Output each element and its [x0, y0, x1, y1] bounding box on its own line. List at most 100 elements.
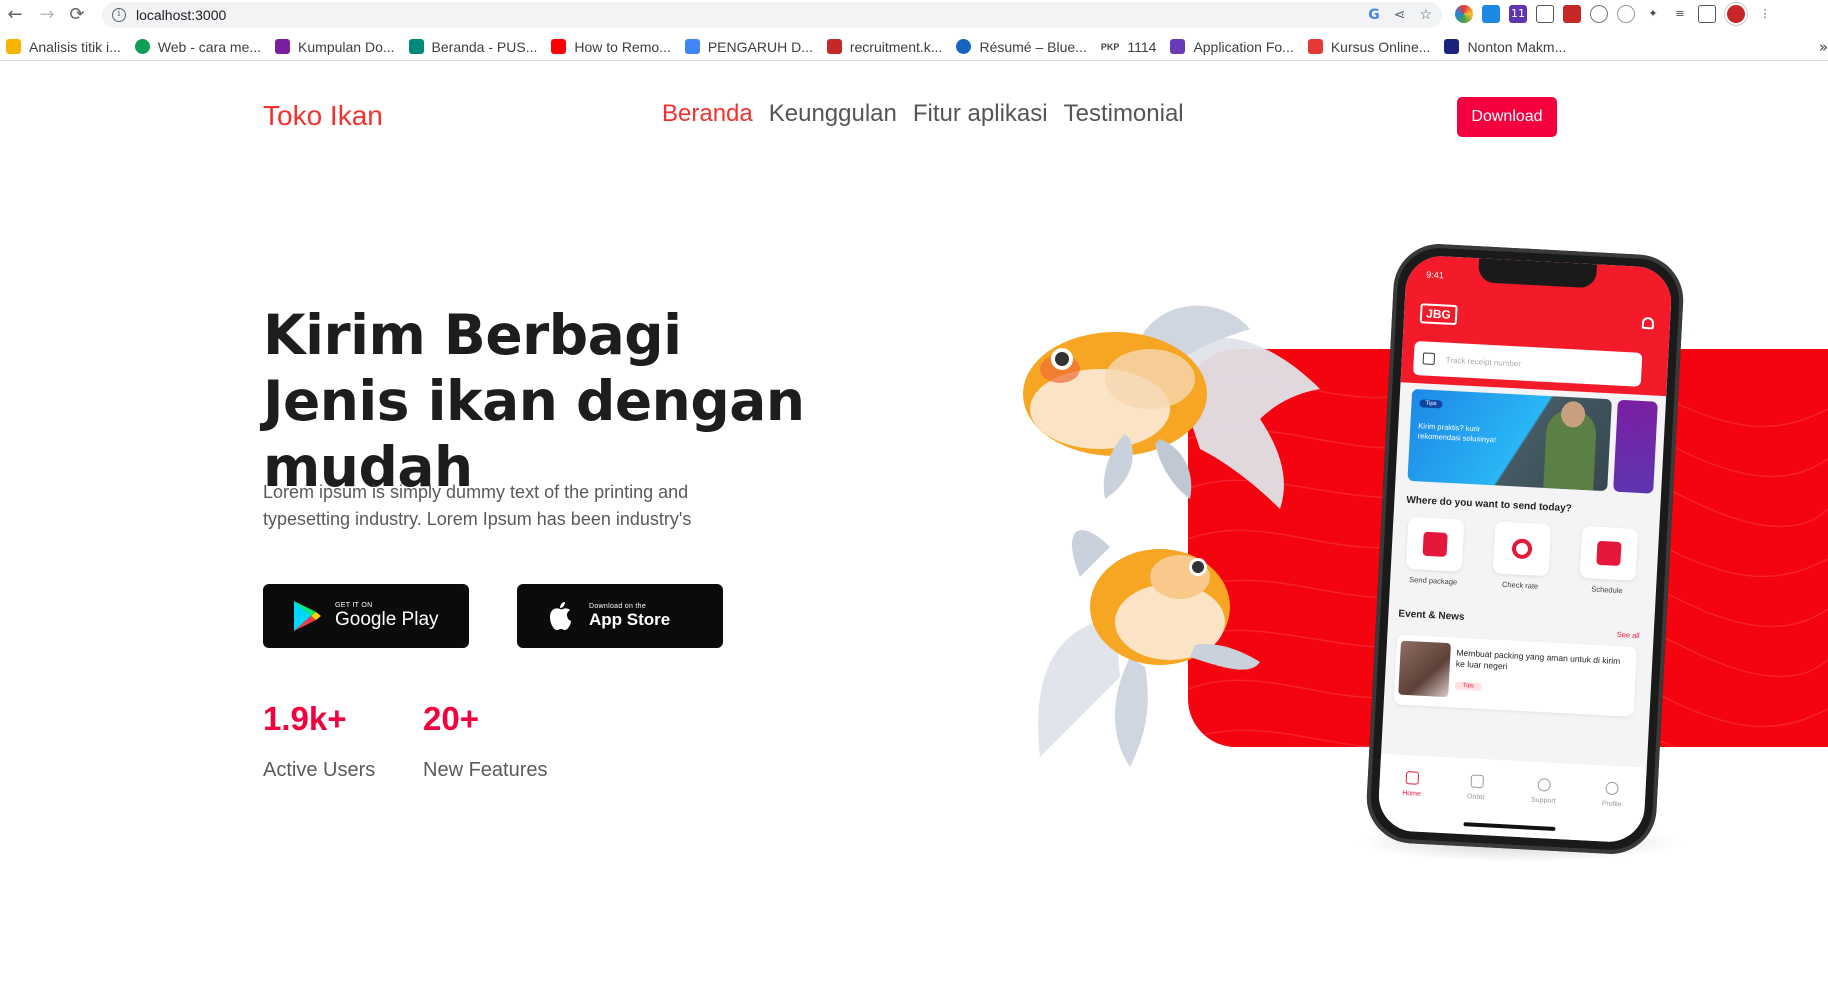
hero-title: Kirim Berbagi Jenis ikan dengan mudah: [263, 303, 805, 499]
calendar-extension-icon[interactable]: [1563, 5, 1581, 23]
bookmark-item[interactable]: Beranda - PUS...: [408, 39, 537, 55]
bookmark-item[interactable]: Kursus Online...: [1307, 38, 1431, 55]
bookmark-item[interactable]: Résumé – Blue...: [956, 38, 1087, 55]
package-icon: [1422, 531, 1448, 557]
stat-new-features-value: 20+: [423, 700, 479, 737]
google-play-small-label: GET IT ON: [335, 601, 373, 609]
app-news-text: Membuat packing yang aman untuk di kirim…: [1455, 647, 1621, 672]
site-info-icon[interactable]: i: [112, 8, 126, 22]
headset-icon: [1537, 777, 1551, 792]
bookmark-item[interactable]: Analisis titik i...: [6, 39, 121, 55]
app-tab-label: Home: [1401, 789, 1422, 798]
docs-extension-icon[interactable]: [1482, 5, 1500, 23]
phone-screen: 9:41 JBG Track receipt number Tips Kirim…: [1377, 254, 1673, 844]
bookmark-favicon-icon: [1444, 39, 1460, 54]
news-thumbnail: [1398, 640, 1451, 698]
nav-link-testimonial[interactable]: Testimonial: [1064, 100, 1184, 128]
bookmark-item[interactable]: Web - cara me...: [134, 39, 261, 55]
app-logo: JBG: [1419, 303, 1458, 326]
bookmark-favicon-icon: [275, 39, 291, 54]
stat-active-users-label: Active Users: [263, 759, 376, 781]
app-store-small-label: Download on the: [589, 602, 647, 610]
share-icon[interactable]: ⋖: [1394, 7, 1406, 23]
app-tab-bar: Home Order Support Profile: [1377, 753, 1647, 844]
bookmark-label: Kumpulan Do...: [298, 38, 395, 55]
bookmark-item[interactable]: PKP 1114: [1101, 39, 1157, 55]
address-bar[interactable]: i localhost:3000 G ⋖ ☆: [102, 2, 1442, 28]
screen-extension-icon[interactable]: [1536, 5, 1554, 23]
forward-arrow-icon[interactable]: →: [36, 4, 58, 26]
side-panel-icon[interactable]: [1698, 5, 1716, 23]
app-store-button[interactable]: Download on the App Store: [517, 584, 723, 648]
app-tab-label: Order: [1466, 793, 1486, 802]
reading-list-icon[interactable]: ≡: [1671, 5, 1689, 23]
goldfish-bottom-image: [1038, 530, 1260, 767]
google-play-icon: [294, 601, 321, 631]
app-action-check-rate: Check rate: [1487, 521, 1556, 591]
app-see-all-link: See all: [1616, 629, 1640, 641]
puzzle-icon[interactable]: ✦: [1644, 5, 1662, 23]
profile-avatar[interactable]: [1725, 3, 1747, 25]
app-action-label: Schedule: [1591, 584, 1623, 596]
hero-description: Lorem ipsum is simply dummy text of the …: [263, 482, 692, 529]
bookmark-label: How to Remo...: [574, 38, 671, 55]
globe-extension-icon[interactable]: [1590, 5, 1608, 23]
app-search-placeholder: Track receipt number: [1445, 355, 1522, 369]
bookmark-star-icon[interactable]: ☆: [1419, 7, 1432, 23]
clock-extension-icon[interactable]: [1617, 5, 1635, 23]
brand-logo[interactable]: Toko Ikan: [263, 100, 383, 132]
download-button[interactable]: Download: [1457, 97, 1557, 137]
bookmark-item[interactable]: How to Remo...: [551, 38, 671, 55]
bookmark-label: PENGARUH D...: [707, 38, 813, 55]
bookmark-item[interactable]: Nonton Makm...: [1444, 39, 1566, 55]
app-action-send-package: Send package: [1400, 516, 1469, 587]
bookmark-item[interactable]: Kumpulan Do...: [275, 39, 395, 55]
app-tab-profile: Profile: [1600, 781, 1623, 842]
bookmark-favicon-icon: [408, 39, 424, 54]
bookmark-favicon-icon: [1307, 39, 1323, 54]
more-menu-icon[interactable]: ⋮: [1756, 5, 1774, 23]
nav-link-beranda[interactable]: Beranda: [662, 100, 753, 128]
apple-icon: [550, 602, 571, 630]
bookmark-label: Application Fo...: [1193, 38, 1294, 55]
scan-icon: [1422, 352, 1436, 366]
nav-link-keunggulan[interactable]: Keunggulan: [769, 100, 897, 128]
bookmark-item[interactable]: recruitment.k...: [826, 38, 943, 55]
app-news-card: Membuat packing yang aman untuk di kirim…: [1393, 634, 1638, 717]
bag-icon: [1469, 774, 1484, 789]
app-tab-label: Support: [1530, 796, 1556, 805]
app-store-label: App Store: [589, 609, 671, 629]
bookmark-label: Résumé – Blue...: [979, 38, 1087, 55]
phone-mockup: 9:41 JBG Track receipt number Tips Kirim…: [1364, 241, 1686, 857]
document-icon: [684, 39, 700, 54]
bookmarks-overflow-icon[interactable]: »: [1819, 38, 1828, 56]
bookmark-favicon-icon: [826, 39, 842, 54]
landing-page: Toko Ikan Beranda Keunggulan Fitur aplik…: [0, 62, 1828, 993]
youtube-icon: [551, 39, 567, 54]
bookmark-item[interactable]: PENGARUH D...: [684, 38, 813, 55]
bookmark-label: Kursus Online...: [1330, 38, 1431, 55]
google-play-button[interactable]: GET IT ON Google Play: [263, 584, 469, 648]
address-url[interactable]: localhost:3000: [136, 7, 226, 23]
back-arrow-icon[interactable]: ←: [4, 4, 26, 26]
bookmark-prefix: PKP: [1100, 41, 1120, 52]
calendar-icon: [1596, 540, 1622, 567]
school-extension-icon[interactable]: 11: [1509, 5, 1527, 23]
google-icon[interactable]: G: [1368, 7, 1380, 23]
stat-new-features-label: New Features: [423, 759, 548, 781]
app-promo-banner-next: [1613, 399, 1658, 494]
notification-bell-icon: [1641, 316, 1655, 330]
bookmark-label: recruitment.k...: [849, 38, 943, 55]
browser-toolbar: ← → ⟳ i localhost:3000 G ⋖ ☆ 11 ✦ ≡ ⋮: [0, 0, 1828, 28]
app-send-question: Where do you want to send today?: [1406, 494, 1573, 515]
bookmark-favicon-icon: [6, 39, 21, 54]
user-icon: [1605, 781, 1620, 796]
color-extension-icon[interactable]: [1455, 5, 1473, 23]
app-action-schedule: Schedule: [1574, 525, 1643, 596]
home-icon: [1405, 771, 1420, 785]
reload-icon[interactable]: ⟳: [66, 4, 88, 26]
app-tab-label: Profile: [1601, 800, 1622, 809]
bookmark-item[interactable]: Application Fo...: [1170, 38, 1294, 55]
stat-active-users-value: 1.9k+: [263, 700, 347, 737]
nav-link-fitur-aplikasi[interactable]: Fitur aplikasi: [913, 100, 1048, 128]
